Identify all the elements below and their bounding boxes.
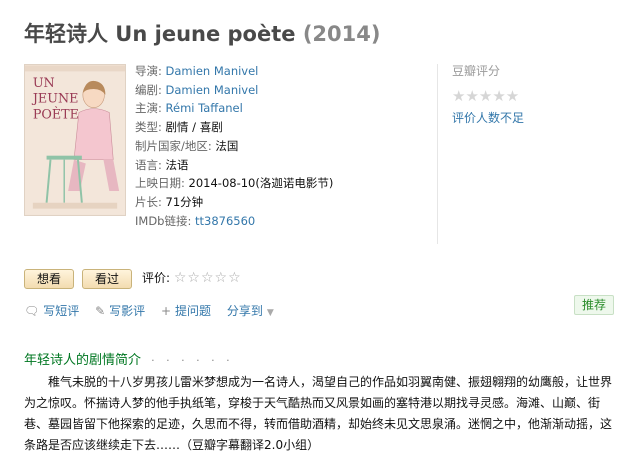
rating-label: 豆瓣评分 [452,64,501,78]
recommend-button[interactable]: 推荐 [574,295,614,315]
movie-poster[interactable]: UN JEUNE POÈTE [24,64,126,216]
movie-year: (2014) [302,22,381,46]
language-value: 法语 [165,157,189,172]
poster-title-line3: POÈTE [33,106,79,122]
user-rating: 评价: ☆☆☆☆☆ [142,269,242,287]
poster-image: UN JEUNE POÈTE [25,65,125,215]
page-title: 年轻诗人 Un jeune poète (2014) [24,18,380,48]
info-language: 语言: 法语 [135,157,189,172]
vertical-divider [437,64,438,244]
info-country: 制片国家/地区: 法国 [135,138,239,153]
info-release: 上映日期: 2014-08-10(洛迦诺电影节) [135,176,334,191]
country-value: 法国 [215,138,239,153]
summary-title: 年轻诗人的剧情简介 [24,353,142,368]
rate-stars-icon[interactable]: ☆☆☆☆☆ [174,270,242,286]
movie-title: 年轻诗人 Un jeune poète [24,22,296,46]
cast-link[interactable]: Rémi Taffanel [166,101,243,115]
info-imdb: IMDb链接: tt3876560 [135,213,256,228]
comment-icon: 🗨 [24,304,40,318]
release-value: 2014-08-10(洛迦诺电影节) [188,176,334,191]
poster-title-line2: JEUNE [31,92,79,107]
director-link[interactable]: Damien Manivel [166,64,259,78]
chevron-down-icon: ▼ [266,308,274,318]
rating-stars-icon: ★★★★★ [452,87,520,105]
summary-text: 稚气未脱的十八岁男孩儿雷米梦想成为一名诗人，渴望自己的作品如羽翼南健、振翅翱翔的… [24,375,613,452]
plus-icon: + [160,304,172,318]
pencil-icon: ✎ [95,304,106,318]
rate-label: 评价: [142,271,171,285]
imdb-link[interactable]: tt3876560 [195,214,255,228]
write-review-button[interactable]: ✎ 写影评 [95,304,145,318]
rating-box: 豆瓣评分 ★★★★★ 评价人数不足 [452,62,524,126]
rating-insufficient-link[interactable]: 评价人数不足 [452,109,524,126]
summary-heading: 年轻诗人的剧情简介 · · · · · · [24,349,234,368]
share-button[interactable]: 分享到 ▼ [227,304,274,318]
summary-dots: · · · · · · [151,354,234,367]
info-genre: 类型: 剧情 / 喜剧 [135,120,223,135]
write-short-review-button[interactable]: 🗨 写短评 [24,304,79,318]
writer-link[interactable]: Damien Manivel [166,83,259,97]
info-director: 导演: Damien Manivel [135,64,259,78]
seen-button[interactable]: 看过 [82,269,132,289]
info-runtime: 片长: 71分钟 [135,194,204,209]
info-cast: 主演: Rémi Taffanel [135,101,243,116]
movie-info: 导演: Damien Manivel 编剧: Damien Manivel 主演… [135,62,333,230]
info-writer: 编剧: Damien Manivel [135,82,259,97]
action-bar: 🗨 写短评 ✎ 写影评 + 提问题 分享到 ▼ [24,302,286,319]
runtime-value: 71分钟 [165,194,204,209]
want-to-see-button[interactable]: 想看 [24,269,74,289]
poster-title-line1: UN [33,76,55,91]
genre-value: 剧情 / 喜剧 [165,120,223,135]
ask-question-button[interactable]: + 提问题 [161,304,211,318]
